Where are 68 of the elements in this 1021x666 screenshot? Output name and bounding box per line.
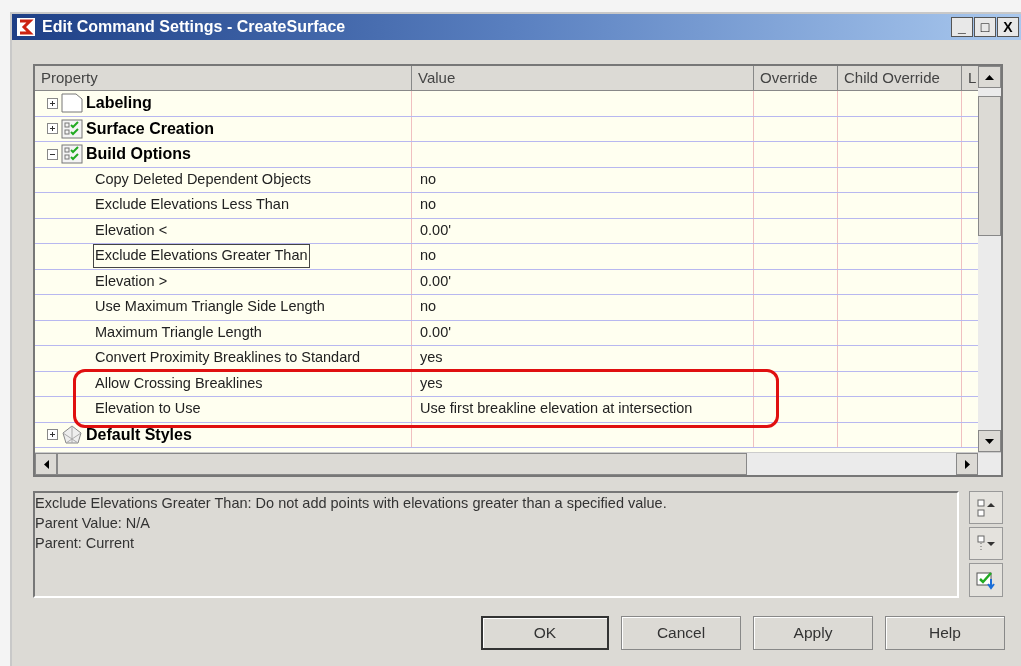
property-label[interactable]: Elevation <: [93, 218, 170, 243]
expand-toggle[interactable]: [47, 429, 58, 441]
app-logo-icon: [16, 17, 36, 37]
column-header[interactable]: Property: [35, 66, 412, 90]
document-icon: [61, 93, 83, 114]
property-value[interactable]: Use first breakline elevation at intersection: [420, 398, 693, 421]
down-arrow-icon: [985, 438, 994, 444]
property-label[interactable]: Maximum Triangle Length: [93, 320, 264, 345]
expand-toggle[interactable]: [47, 97, 58, 109]
description-text: Exclude Elevations Greater Than: Do not add points with elevations greater than a specified value.: [35, 494, 668, 513]
scroll-left-button[interactable]: [35, 453, 57, 475]
minimize-button[interactable]: _: [951, 17, 973, 37]
collapse-all-button[interactable]: [969, 491, 1003, 524]
description-text: Parent: Current: [35, 534, 136, 553]
description-text: Parent Value: N/A: [35, 514, 151, 533]
property-value[interactable]: yes: [420, 347, 443, 370]
apply-check-button[interactable]: [969, 563, 1003, 597]
group-label: Labeling: [86, 93, 152, 114]
window-title: Edit Command Settings - CreateSurface: [42, 17, 346, 37]
property-label[interactable]: Exclude Elevations Less Than: [93, 193, 291, 218]
column-header[interactable]: Override: [754, 66, 838, 90]
scroll-right-button[interactable]: [956, 453, 978, 475]
scrollbar-thumb[interactable]: [57, 453, 747, 475]
property-label[interactable]: Copy Deleted Dependent Objects: [93, 167, 314, 192]
collapse-toggle[interactable]: [47, 148, 58, 160]
checkmark-down-arrow-icon: [975, 569, 997, 591]
collapse-tree-icon: [976, 497, 996, 518]
property-value[interactable]: 0.00': [420, 219, 451, 242]
group-label: Surface Creation: [86, 118, 215, 139]
checklist-icon: [61, 118, 83, 139]
property-value[interactable]: no: [420, 296, 437, 319]
property-value[interactable]: yes: [420, 372, 443, 395]
group-label: Build Options: [86, 144, 191, 165]
property-label[interactable]: Elevation >: [93, 269, 170, 294]
scrollbar-thumb[interactable]: [978, 96, 1001, 236]
property-value[interactable]: no: [420, 168, 437, 191]
left-arrow-icon: [43, 459, 49, 469]
property-label[interactable]: Use Maximum Triangle Side Length: [93, 295, 327, 320]
plus-icon: [48, 430, 57, 440]
vertical-scrollbar[interactable]: [978, 66, 1001, 452]
maximize-button[interactable]: □: [974, 17, 996, 37]
group-label: Default Styles: [86, 424, 192, 445]
property-value[interactable]: no: [420, 194, 437, 217]
dialog-button[interactable]: Help: [885, 616, 1005, 650]
expand-toggle[interactable]: [47, 123, 58, 135]
property-label[interactable]: Allow Crossing Breaklines: [93, 371, 265, 396]
property-value[interactable]: 0.00': [420, 321, 451, 344]
dialog-button[interactable]: Apply: [753, 616, 873, 650]
plus-icon: [48, 124, 57, 134]
dialog-button[interactable]: OK: [481, 616, 609, 650]
property-label[interactable]: Elevation to Use: [93, 397, 203, 422]
property-value[interactable]: no: [420, 245, 437, 268]
property-value[interactable]: 0.00': [420, 270, 451, 293]
plus-icon: [48, 98, 57, 108]
property-label[interactable]: Exclude Elevations Greater Than: [93, 244, 310, 269]
column-header[interactable]: Child Override: [838, 66, 962, 90]
up-arrow-icon: [985, 74, 994, 80]
column-header[interactable]: Value: [412, 66, 754, 90]
horizontal-scrollbar[interactable]: [35, 452, 1001, 475]
dialog-button[interactable]: Cancel: [621, 616, 741, 650]
checklist-icon: [61, 144, 83, 165]
close-button[interactable]: X: [997, 17, 1019, 37]
property-label[interactable]: Convert Proximity Breaklines to Standard: [93, 346, 363, 371]
pentagon-icon: [61, 423, 83, 446]
scroll-up-button[interactable]: [978, 66, 1001, 88]
right-arrow-icon: [964, 459, 970, 469]
scroll-down-button[interactable]: [978, 430, 1001, 452]
expand-all-button[interactable]: [969, 527, 1003, 560]
